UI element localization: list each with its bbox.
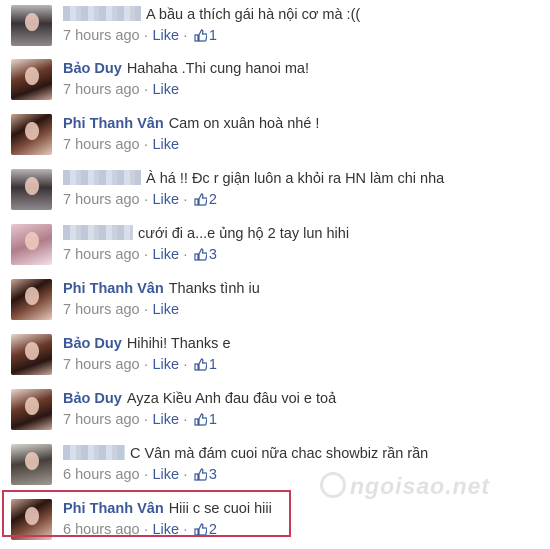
avatar[interactable] <box>11 59 52 100</box>
like-button[interactable]: Like <box>152 192 179 208</box>
comment-timestamp[interactable]: 7 hours ago <box>63 82 140 98</box>
avatar[interactable] <box>11 169 52 210</box>
comment-timestamp[interactable]: 7 hours ago <box>63 28 140 44</box>
comment-item: A bầu a thích gái hà nội cơ mà :(( 7 hour… <box>0 3 550 55</box>
thumbs-up-icon[interactable] <box>194 468 207 481</box>
comment-timestamp[interactable]: 7 hours ago <box>63 357 140 373</box>
like-button[interactable]: Like <box>152 28 179 44</box>
watermark-logo-icon <box>320 472 346 498</box>
comment-item: Phi Thanh Vân Cam on xuân hoà nhé ! 7 hour… <box>0 112 550 164</box>
comment-text: À há !! Đc r giận luôn a khỏi ra HN làm … <box>146 171 445 187</box>
redacted-author-name <box>63 6 141 21</box>
like-count[interactable]: 1 <box>209 357 217 373</box>
comment-author-link[interactable]: Bảo Duy <box>63 336 122 352</box>
comment-text: Hihihi! Thanks e <box>126 336 231 352</box>
comment-author-link[interactable]: Phi Thanh Vân <box>63 281 164 297</box>
like-button[interactable]: Like <box>152 302 179 318</box>
like-count[interactable]: 2 <box>209 192 217 208</box>
watermark: ngoisao.net <box>320 472 545 502</box>
separator-dot: · <box>183 467 188 483</box>
separator-dot: · <box>143 247 149 263</box>
thumbs-up-icon[interactable] <box>194 193 207 206</box>
comment-text: A bầu a thích gái hà nội cơ mà :(( <box>146 7 361 23</box>
comment-item: Bảo Duy Hahaha .Thi cung hanoi ma! 7 hours… <box>0 57 550 109</box>
separator-dot: · <box>143 82 149 98</box>
thumbs-up-icon[interactable] <box>194 248 207 261</box>
comment-text: Cam on xuân hoà nhé ! <box>168 116 320 132</box>
separator-dot: · <box>183 412 188 428</box>
avatar[interactable] <box>11 389 52 430</box>
comment-text: Thanks tình iu <box>168 281 260 297</box>
comment-author-link[interactable]: Bảo Duy <box>63 391 122 407</box>
comment-item: Bảo Duy Hihihi! Thanks e7 hours ago · Like ·… <box>0 332 550 384</box>
comment-item: cưới đi a...e ủng hộ 2 tay lun hihi 7 hou… <box>0 222 550 274</box>
highlight-box <box>2 490 291 537</box>
comment-timestamp[interactable]: 6 hours ago <box>63 467 140 483</box>
comment-item: Bảo Duy Ayza Kiều Anh đau đâu voi e toả 7 … <box>0 387 550 439</box>
thumbs-up-icon[interactable] <box>194 29 207 42</box>
like-button[interactable]: Like <box>152 467 179 483</box>
watermark-text: ngoisao.net <box>350 473 491 499</box>
comment-text: Ayza Kiều Anh đau đâu voi e toả <box>126 391 337 407</box>
comment-item: À há !! Đc r giận luôn a khỏi ra HN làm … <box>0 167 550 219</box>
comment-timestamp[interactable]: 7 hours ago <box>63 192 140 208</box>
separator-dot: · <box>183 357 188 373</box>
separator-dot: · <box>143 192 149 208</box>
redacted-author-name <box>63 170 141 185</box>
comment-timestamp[interactable]: 7 hours ago <box>63 412 140 428</box>
separator-dot: · <box>143 302 149 318</box>
like-count[interactable]: 1 <box>209 412 217 428</box>
thumbs-up-icon[interactable] <box>194 358 207 371</box>
avatar[interactable] <box>11 279 52 320</box>
separator-dot: · <box>143 137 149 153</box>
comment-text: C Vân mà đám cuoi nữa chac showbiz rần r… <box>130 446 429 462</box>
comment-text: Hahaha .Thi cung hanoi ma! <box>126 61 309 77</box>
avatar[interactable] <box>11 224 52 265</box>
comment-text: cưới đi a...e ủng hộ 2 tay lun hihi <box>138 226 350 242</box>
comment-author-link[interactable]: Bảo Duy <box>63 61 122 77</box>
comment-timestamp[interactable]: 7 hours ago <box>63 247 140 263</box>
separator-dot: · <box>143 412 149 428</box>
separator-dot: · <box>183 247 188 263</box>
comment-author-link[interactable]: Phi Thanh Vân <box>63 116 164 132</box>
separator-dot: · <box>183 192 188 208</box>
redacted-author-name <box>63 445 125 460</box>
like-button[interactable]: Like <box>152 357 179 373</box>
like-button[interactable]: Like <box>152 82 179 98</box>
like-count[interactable]: 3 <box>209 247 217 263</box>
comment-timestamp[interactable]: 7 hours ago <box>63 302 140 318</box>
comment-item: Phi Thanh Vân Thanks tình iu 7 hours ago · L… <box>0 277 550 329</box>
separator-dot: · <box>143 357 149 373</box>
separator-dot: · <box>183 28 188 44</box>
like-button[interactable]: Like <box>152 137 179 153</box>
like-count[interactable]: 3 <box>209 467 217 483</box>
like-count[interactable]: 1 <box>209 28 217 44</box>
like-button[interactable]: Like <box>152 247 179 263</box>
redacted-author-name <box>63 225 133 240</box>
comment-timestamp[interactable]: 7 hours ago <box>63 137 140 153</box>
separator-dot: · <box>143 467 149 483</box>
avatar[interactable] <box>11 334 52 375</box>
separator-dot: · <box>143 28 149 44</box>
avatar[interactable] <box>11 5 52 46</box>
thumbs-up-icon[interactable] <box>194 413 207 426</box>
avatar[interactable] <box>11 444 52 485</box>
avatar[interactable] <box>11 114 52 155</box>
like-button[interactable]: Like <box>152 412 179 428</box>
